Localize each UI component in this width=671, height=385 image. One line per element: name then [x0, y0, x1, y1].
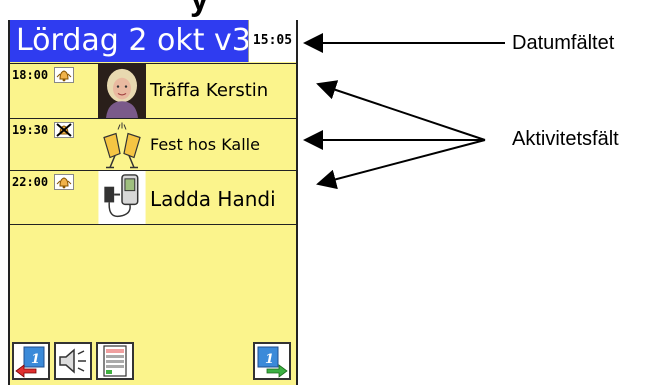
annotation-arrows: [303, 33, 505, 190]
activity-arrow-3: [316, 139, 486, 190]
activity-field-label: Aktivitetsfält: [512, 128, 619, 150]
activity-arrow-1: [316, 80, 486, 141]
date-field-label: Datumfältet: [512, 32, 615, 54]
